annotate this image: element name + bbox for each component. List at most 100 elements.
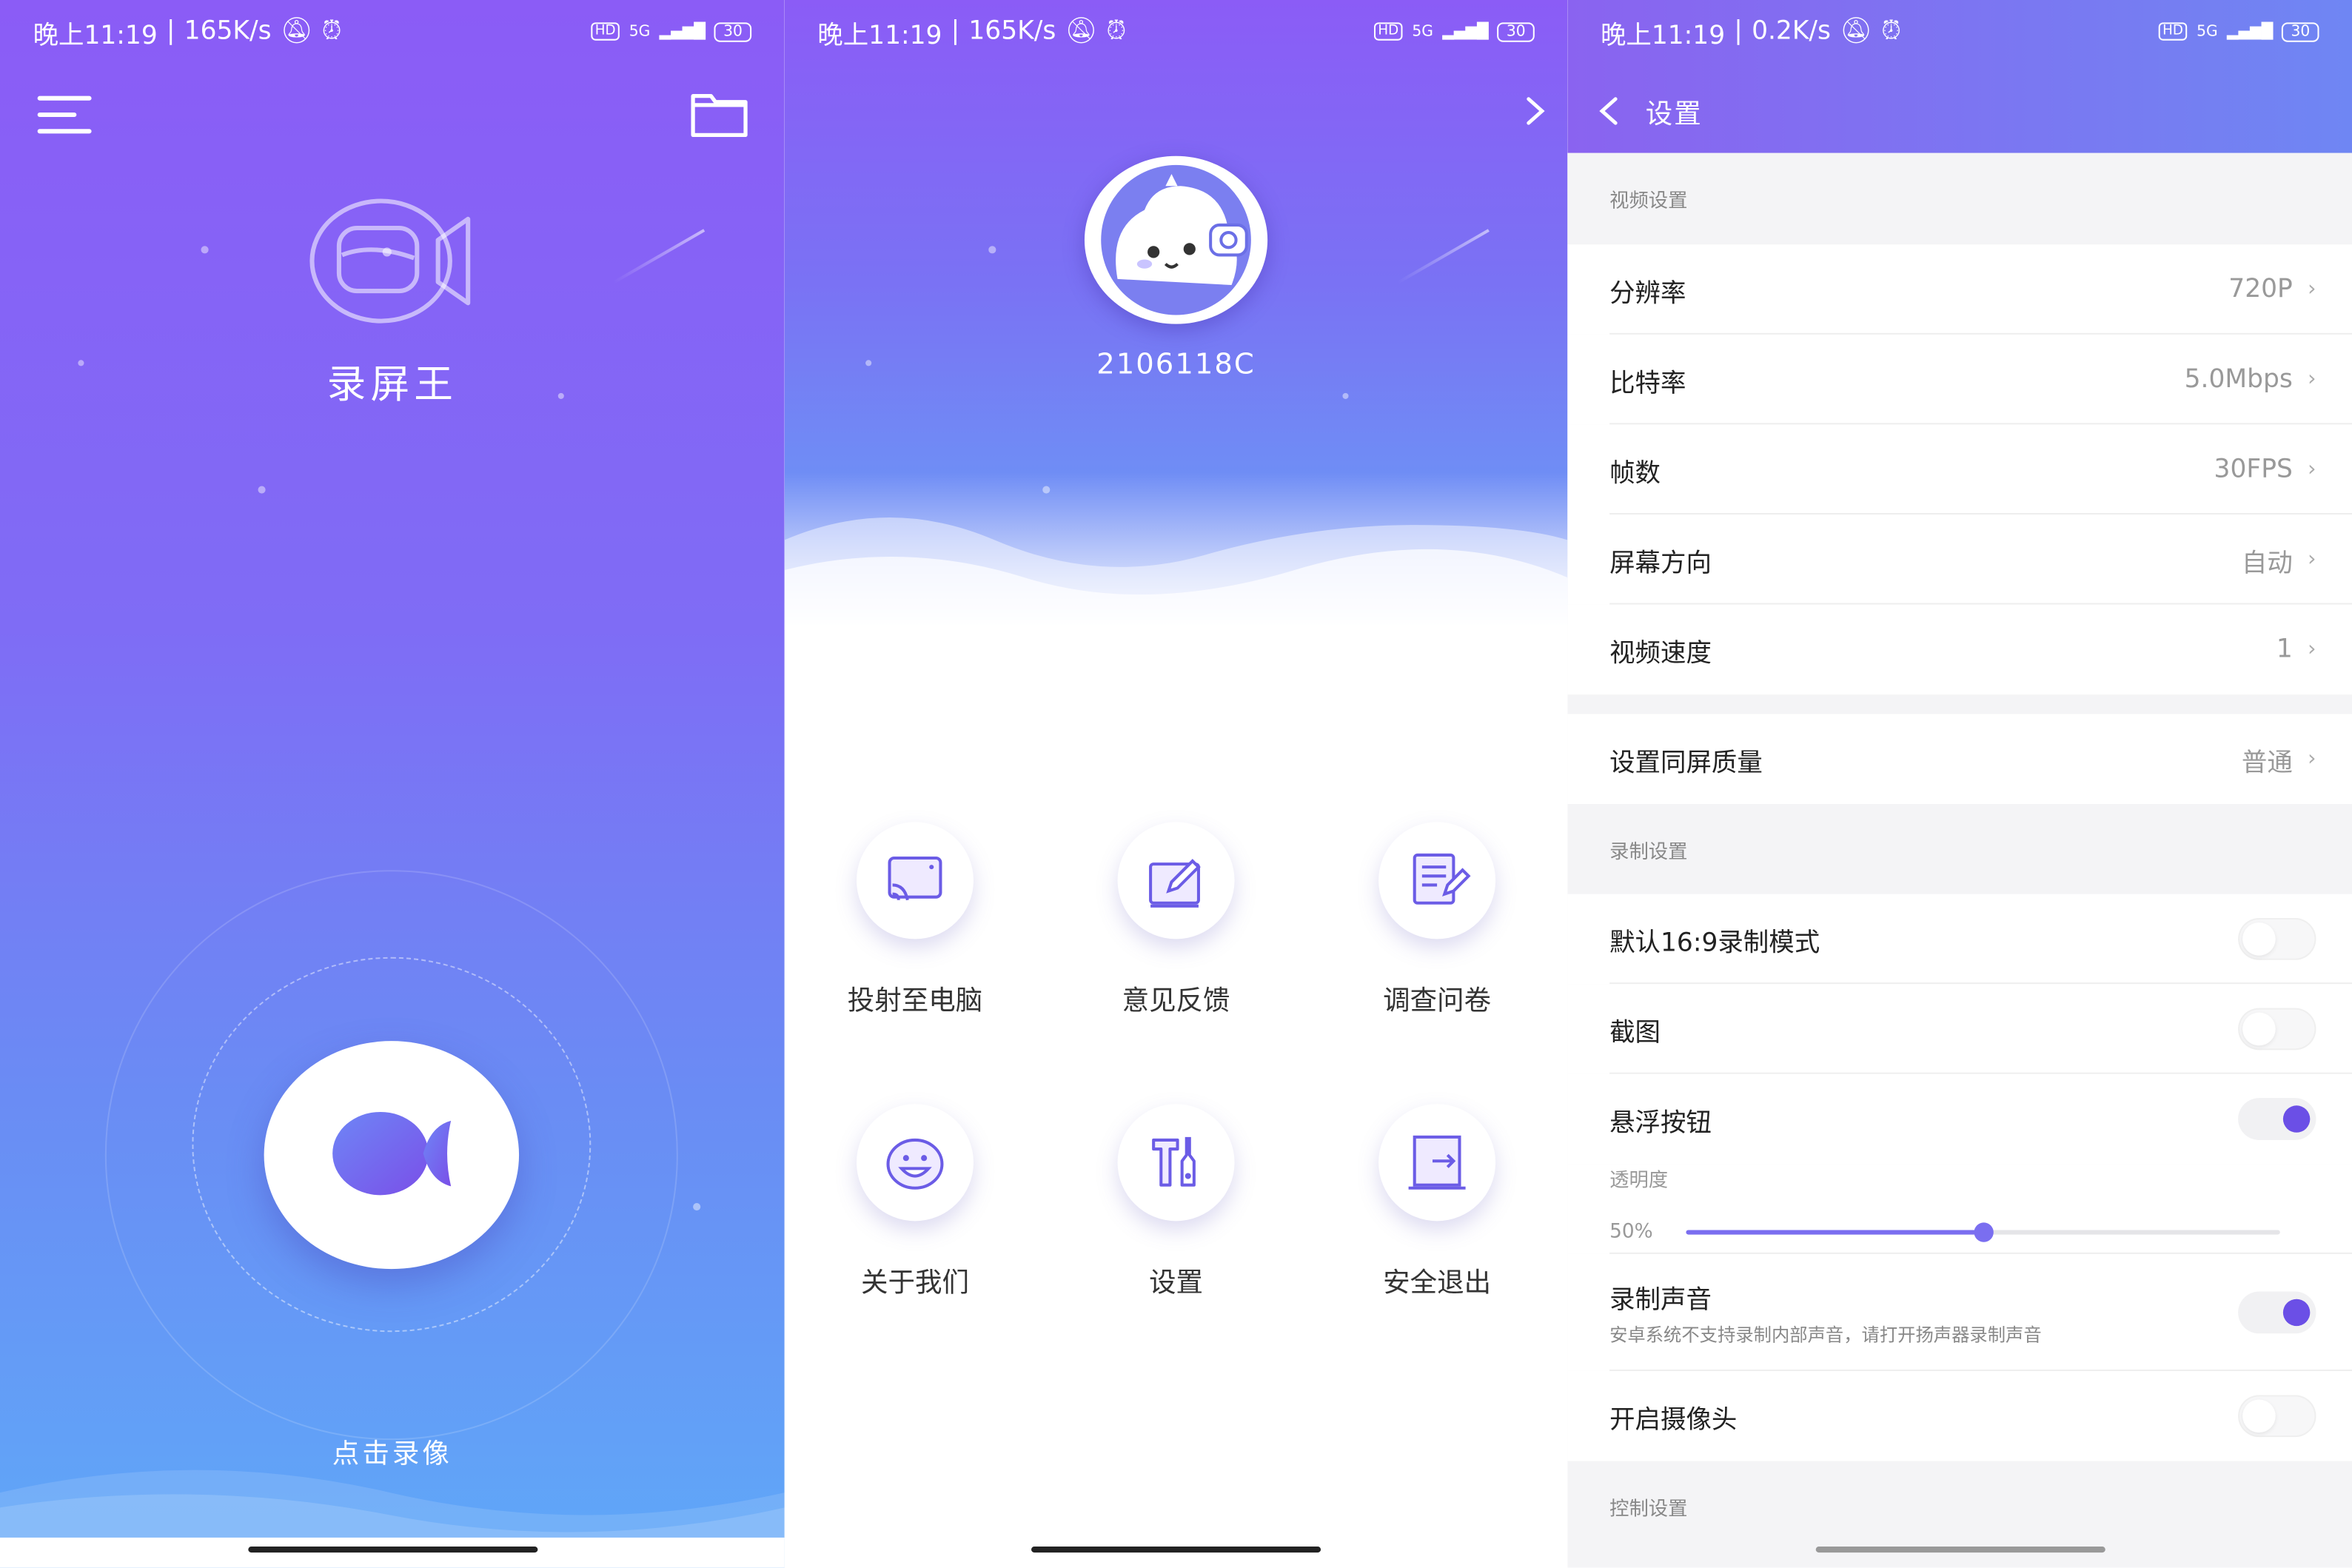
status-separator: | — [166, 16, 175, 47]
page-title: 设置 — [1645, 98, 1703, 131]
grid-label: 设置 — [1149, 1267, 1204, 1299]
network-label: 5G — [2197, 23, 2218, 40]
section-header-video: 视频设置 — [1567, 153, 2352, 244]
setting-label: 帧数 — [1609, 458, 1661, 489]
grid-item-settings[interactable]: 设置 — [1064, 1104, 1289, 1329]
section-header-record: 录制设置 — [1567, 804, 2352, 894]
home-indicator[interactable] — [1815, 1547, 2105, 1553]
setting-label: 默认16:9录制模式 — [1609, 928, 1820, 958]
video-camera-icon — [309, 198, 471, 324]
setting-label: 屏幕方向 — [1609, 548, 1712, 579]
alarm-icon: ⏰︎ — [321, 16, 342, 47]
star-dot — [201, 246, 209, 254]
shooting-star — [612, 229, 705, 284]
setting-label: 悬浮按钮 — [1609, 1108, 1712, 1138]
setting-orientation[interactable]: 屏幕方向 自动 › — [1567, 514, 2352, 605]
status-right: HD 5G ▂▄▆█ 30 — [590, 21, 752, 41]
setting-camera: 开启摄像头 — [1567, 1370, 2352, 1461]
section-header-control: 控制设置 — [1567, 1461, 2352, 1552]
star-dot — [258, 486, 266, 494]
home-screen: 晚上11:19 | 165K/s 🔕︎ ⏰︎ HD 5G ▂▄▆█ 30 录屏王… — [0, 0, 785, 1568]
setting-value: 1 — [2276, 634, 2293, 665]
status-time: 晚上11:19 — [33, 20, 158, 50]
toggle-floating-button[interactable] — [2238, 1098, 2316, 1140]
chevron-right-icon: › — [2308, 277, 2316, 302]
grid-label: 投射至电脑 — [847, 985, 983, 1017]
folder-icon[interactable] — [690, 90, 750, 138]
hero-wave — [784, 517, 1568, 631]
setting-value: 5.0Mbps — [2184, 364, 2293, 395]
setting-mirror-quality[interactable]: 设置同屏质量 普通 › — [1567, 714, 2352, 805]
battery-icon: 30 — [714, 21, 752, 41]
back-arrow-icon[interactable] — [1592, 93, 1628, 130]
setting-label: 设置同屏质量 — [1609, 748, 1763, 778]
setting-screenshot: 截图 — [1567, 984, 2352, 1074]
setting-value: 30FPS — [2214, 454, 2293, 485]
battery-icon: 30 — [1497, 21, 1535, 41]
user-id: 2106118C — [1096, 348, 1256, 381]
home-indicator[interactable] — [1031, 1547, 1321, 1553]
grid-label: 安全退出 — [1383, 1267, 1492, 1299]
mute-bell-icon: 🔕︎ — [280, 16, 313, 47]
status-time: 晚上11:19 — [817, 20, 942, 50]
status-bar: 晚上11:19 | 165K/s 🔕︎ ⏰︎ HD 5G ▂▄▆█ 30 — [785, 0, 1568, 63]
setting-label: 视频速度 — [1609, 638, 1712, 669]
exit-door-icon — [1378, 1104, 1496, 1222]
signal-icon: ▂▄▆█ — [1442, 23, 1489, 40]
cast-screen-icon — [856, 822, 974, 939]
record-button[interactable] — [264, 1041, 520, 1270]
grid-item-feedback[interactable]: 意见反馈 — [1064, 822, 1289, 1047]
opacity-slider-handle[interactable] — [1974, 1222, 1994, 1242]
survey-icon — [1378, 822, 1496, 939]
grid-label: 关于我们 — [861, 1267, 969, 1299]
star-dot — [1342, 392, 1349, 399]
hamburger-menu-icon[interactable] — [37, 96, 92, 135]
toggle-screenshot[interactable] — [2238, 1008, 2316, 1051]
alarm-icon: ⏰︎ — [1106, 16, 1127, 47]
toggle-camera[interactable] — [2238, 1395, 2316, 1438]
avatar[interactable] — [1084, 155, 1268, 324]
star-dot — [1042, 486, 1051, 494]
toggle-record-audio[interactable] — [2238, 1291, 2316, 1334]
hd-badge: HD — [590, 22, 620, 41]
chevron-right-icon: › — [2308, 747, 2316, 771]
chevron-right-icon: › — [2308, 367, 2316, 392]
setting-record-audio: 录制声音 安卓系统不支持录制内部声音，请打开扬声器录制声音 — [1567, 1253, 2352, 1371]
setting-note: 安卓系统不支持录制内部声音，请打开扬声器录制声音 — [1609, 1324, 2042, 1346]
grid-item-logout[interactable]: 安全退出 — [1324, 1104, 1549, 1329]
status-separator: | — [1734, 16, 1743, 47]
opacity-label: 透明度 — [1609, 1170, 1669, 1193]
audio-text: 录制声音 安卓系统不支持录制内部声音，请打开扬声器录制声音 — [1609, 1278, 2042, 1347]
toggle-16-9-mode[interactable] — [2238, 918, 2316, 960]
opacity-block: 透明度 50% — [1567, 1164, 2352, 1254]
home-indicator[interactable] — [247, 1547, 537, 1553]
opacity-slider[interactable] — [1686, 1222, 2280, 1242]
chevron-right-icon: › — [2308, 457, 2316, 482]
status-bar: 晚上11:19 | 0.2K/s 🔕︎ ⏰︎ HD 5G ▂▄▆█ 30 — [1567, 0, 2352, 63]
grid-item-about[interactable]: 关于我们 — [803, 1104, 1028, 1329]
setting-label: 分辨率 — [1609, 278, 1686, 309]
setting-framerate[interactable]: 帧数 30FPS › — [1567, 424, 2352, 515]
screenshot-collage: 晚上11:19 | 165K/s 🔕︎ ⏰︎ HD 5G ▂▄▆█ 30 录屏王… — [0, 0, 2352, 1568]
setting-resolution[interactable]: 分辨率 720P › — [1567, 244, 2352, 335]
setting-16-9-mode: 默认16:9录制模式 — [1567, 894, 2352, 985]
setting-value: 720P — [2228, 274, 2293, 305]
chevron-right-icon[interactable] — [1520, 93, 1553, 130]
grid-label: 意见反馈 — [1122, 985, 1230, 1017]
chevron-right-icon: › — [2308, 637, 2316, 662]
star-dot — [693, 1203, 701, 1211]
grid-item-survey[interactable]: 调查问卷 — [1324, 822, 1549, 1047]
status-speed: 165K/s — [184, 16, 272, 47]
network-label: 5G — [1412, 23, 1434, 40]
hd-badge: HD — [1373, 22, 1404, 41]
setting-bitrate[interactable]: 比特率 5.0Mbps › — [1567, 334, 2352, 425]
opacity-slider-fill — [1686, 1230, 1983, 1235]
setting-label: 截图 — [1609, 1017, 1661, 1048]
setting-video-speed[interactable]: 视频速度 1 › — [1567, 604, 2352, 695]
feedback-edit-icon — [1117, 822, 1235, 939]
grid-item-cast[interactable]: 投射至电脑 — [803, 822, 1028, 1047]
opacity-value: 50% — [1609, 1221, 1653, 1244]
status-speed: 165K/s — [968, 16, 1056, 47]
bottom-wave — [0, 1470, 785, 1538]
battery-icon: 30 — [2282, 21, 2319, 41]
